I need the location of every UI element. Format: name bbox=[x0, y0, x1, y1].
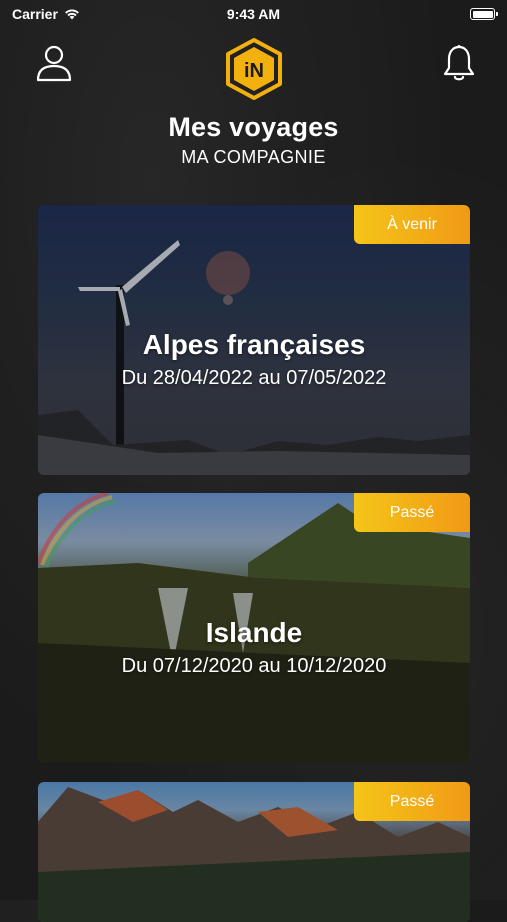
status-badge: À venir bbox=[354, 205, 470, 244]
app-header: iN bbox=[0, 38, 507, 102]
trip-dates: Du 07/12/2020 au 10/12/2020 bbox=[121, 655, 387, 677]
trip-dates: Du 28/04/2022 au 07/05/2022 bbox=[121, 367, 387, 389]
page-title: Mes voyages bbox=[168, 112, 339, 142]
notifications-button[interactable] bbox=[441, 44, 477, 82]
trip-card[interactable]: Passé bbox=[38, 782, 470, 922]
battery-icon bbox=[470, 8, 498, 20]
profile-button[interactable] bbox=[34, 42, 74, 82]
trip-title: Alpes françaises bbox=[142, 329, 366, 360]
trip-card[interactable]: Islande Du 07/12/2020 au 10/12/2020 Pass… bbox=[38, 493, 470, 763]
bell-icon bbox=[443, 45, 475, 81]
status-badge: Passé bbox=[354, 493, 470, 532]
trip-card[interactable]: Alpes françaises Du 28/04/2022 au 07/05/… bbox=[38, 205, 470, 475]
trip-text: Islande Du 07/12/2020 au 10/12/2020 bbox=[38, 617, 470, 678]
app-logo: iN bbox=[225, 38, 283, 100]
trip-title: Islande bbox=[205, 617, 303, 648]
status-badge: Passé bbox=[354, 782, 470, 821]
carrier-label: Carrier bbox=[12, 6, 58, 22]
logo-text: iN bbox=[244, 60, 264, 82]
company-name: MA COMPAGNIE bbox=[181, 147, 326, 167]
user-icon bbox=[36, 45, 72, 82]
title-block: Mes voyages MA COMPAGNIE bbox=[0, 112, 507, 168]
trip-text: Alpes françaises Du 28/04/2022 au 07/05/… bbox=[38, 329, 470, 390]
wifi-icon bbox=[65, 9, 79, 20]
status-bar: Carrier 9:43 AM bbox=[0, 0, 507, 28]
carrier-group: Carrier bbox=[12, 6, 80, 22]
